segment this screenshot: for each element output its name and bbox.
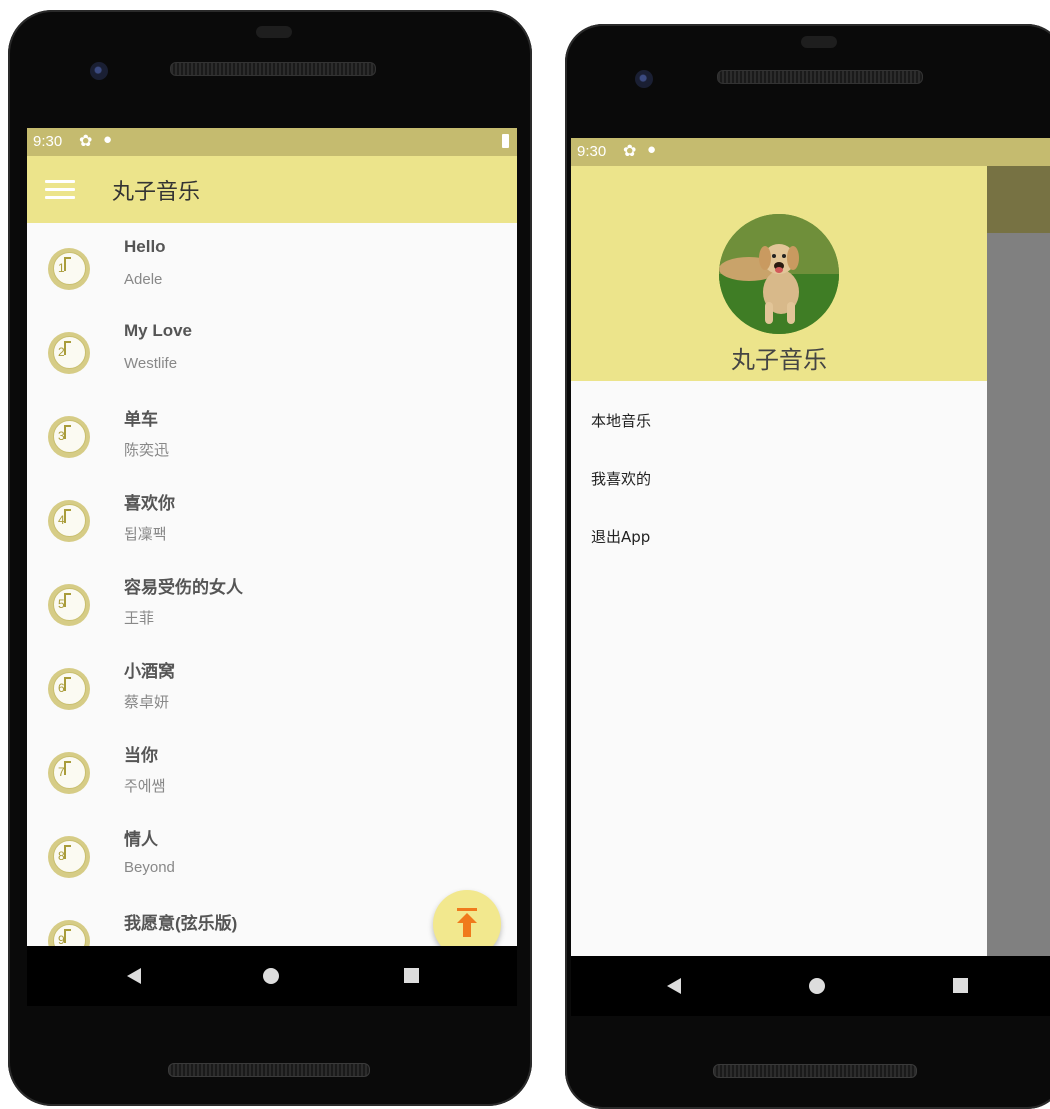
android-icon: ● xyxy=(647,141,657,158)
earpiece-speaker xyxy=(717,70,923,84)
music-disc-icon: 5 xyxy=(48,584,90,626)
music-disc-icon: 6 xyxy=(48,668,90,710)
scroll-to-top-icon xyxy=(457,908,477,938)
dog-avatar[interactable] xyxy=(719,214,839,334)
navigation-drawer: 丸子音乐 本地音乐 我喜欢的 退出App xyxy=(571,166,987,956)
song-artist: Beyond xyxy=(124,859,175,876)
song-artist: Adele xyxy=(124,271,163,288)
app-toolbar: 丸子音乐 xyxy=(27,156,517,223)
status-bar: 9:30 ✿ ● xyxy=(27,128,517,156)
android-icon: ● xyxy=(103,131,113,148)
menu-item-favorites[interactable]: 我喜欢的 xyxy=(591,468,651,489)
drawer-header: 丸子音乐 xyxy=(571,166,987,381)
song-item[interactable]: 1 Hello Adele xyxy=(27,223,517,307)
status-bar: 9:30 ✿ ● xyxy=(571,138,1050,166)
bottom-speaker xyxy=(713,1064,917,1078)
song-artist: 됩凜팩 xyxy=(124,526,167,543)
phone-left: 9:30 ✿ ● 丸子音乐 1 Hello Adele 2 My Love We… xyxy=(8,10,532,1106)
status-time: 9:30 xyxy=(577,143,607,160)
song-title: 情人 xyxy=(124,830,158,849)
song-title: My Love xyxy=(124,321,193,340)
song-title: Hello xyxy=(124,237,166,256)
front-camera xyxy=(90,62,108,80)
menu-item-local-music[interactable]: 本地音乐 xyxy=(591,410,651,431)
song-item[interactable]: 8 情人 Beyond xyxy=(27,811,517,895)
earpiece-speaker xyxy=(170,62,376,76)
bottom-speaker xyxy=(168,1063,370,1077)
music-disc-icon: 4 xyxy=(48,500,90,542)
drawer-title: 丸子音乐 xyxy=(731,346,827,374)
app-title: 丸子音乐 xyxy=(112,180,201,205)
drawer-screen: 9:30 ✿ ● 丸子音乐 本地音乐 我喜欢的 退出App xyxy=(571,138,1050,956)
music-disc-icon: 2 xyxy=(48,332,90,374)
music-disc-icon: 8 xyxy=(48,836,90,878)
music-disc-icon: 7 xyxy=(48,752,90,794)
song-title: 喜欢你 xyxy=(124,494,175,513)
music-disc-icon: 1 xyxy=(48,248,90,290)
recents-icon[interactable] xyxy=(404,968,419,983)
home-icon[interactable] xyxy=(263,968,279,984)
song-item[interactable]: 2 My Love Westlife xyxy=(27,307,517,391)
song-artist: 陈奕迅 xyxy=(124,442,170,459)
music-disc-icon: 3 xyxy=(48,416,90,458)
gear-icon: ✿ xyxy=(79,133,93,150)
song-item[interactable]: 3 单车 陈奕迅 xyxy=(27,391,517,475)
sensor-slot xyxy=(256,26,292,38)
back-icon[interactable] xyxy=(667,978,681,994)
gear-icon: ✿ xyxy=(623,143,637,160)
dimmed-toolbar xyxy=(987,166,1050,233)
song-title: 容易受伤的女人 xyxy=(124,578,243,597)
system-nav-bar xyxy=(27,946,517,1006)
song-item[interactable]: 4 喜欢你 됩凜팩 xyxy=(27,475,517,559)
dog-photo xyxy=(719,214,839,334)
battery-icon xyxy=(502,134,509,148)
song-title: 我愿意(弦乐版) xyxy=(124,914,238,933)
sensor-slot xyxy=(801,36,837,48)
song-item[interactable]: 6 小酒窝 蔡卓妍 xyxy=(27,643,517,727)
drawer-scrim[interactable] xyxy=(987,166,1050,956)
main-screen: 9:30 ✿ ● 丸子音乐 1 Hello Adele 2 My Love We… xyxy=(27,128,517,946)
song-item[interactable]: 7 当你 주에쌤 xyxy=(27,727,517,811)
back-icon[interactable] xyxy=(127,968,141,984)
song-title: 单车 xyxy=(124,410,158,429)
music-disc-icon: 9 xyxy=(48,920,90,946)
phone-right: 9:30 ✿ ● 丸子音乐 本地音乐 我喜欢的 退出App xyxy=(565,24,1050,1109)
song-title: 当你 xyxy=(124,746,158,765)
home-icon[interactable] xyxy=(809,978,825,994)
song-item[interactable]: 5 容易受伤的女人 王菲 xyxy=(27,559,517,643)
song-artist: Westlife xyxy=(124,355,178,372)
system-nav-bar xyxy=(571,956,1050,1016)
hamburger-menu-icon[interactable] xyxy=(45,180,75,200)
front-camera xyxy=(635,70,653,88)
song-title: 小酒窝 xyxy=(124,662,175,681)
song-artist: 주에쌤 xyxy=(124,778,166,795)
song-artist: 蔡卓妍 xyxy=(124,694,170,711)
song-artist: 王菲 xyxy=(124,610,155,627)
recents-icon[interactable] xyxy=(953,978,968,993)
status-time: 9:30 xyxy=(33,133,63,150)
song-list[interactable]: 1 Hello Adele 2 My Love Westlife 3 单车 陈奕… xyxy=(27,223,517,946)
menu-item-exit-app[interactable]: 退出App xyxy=(591,526,650,547)
